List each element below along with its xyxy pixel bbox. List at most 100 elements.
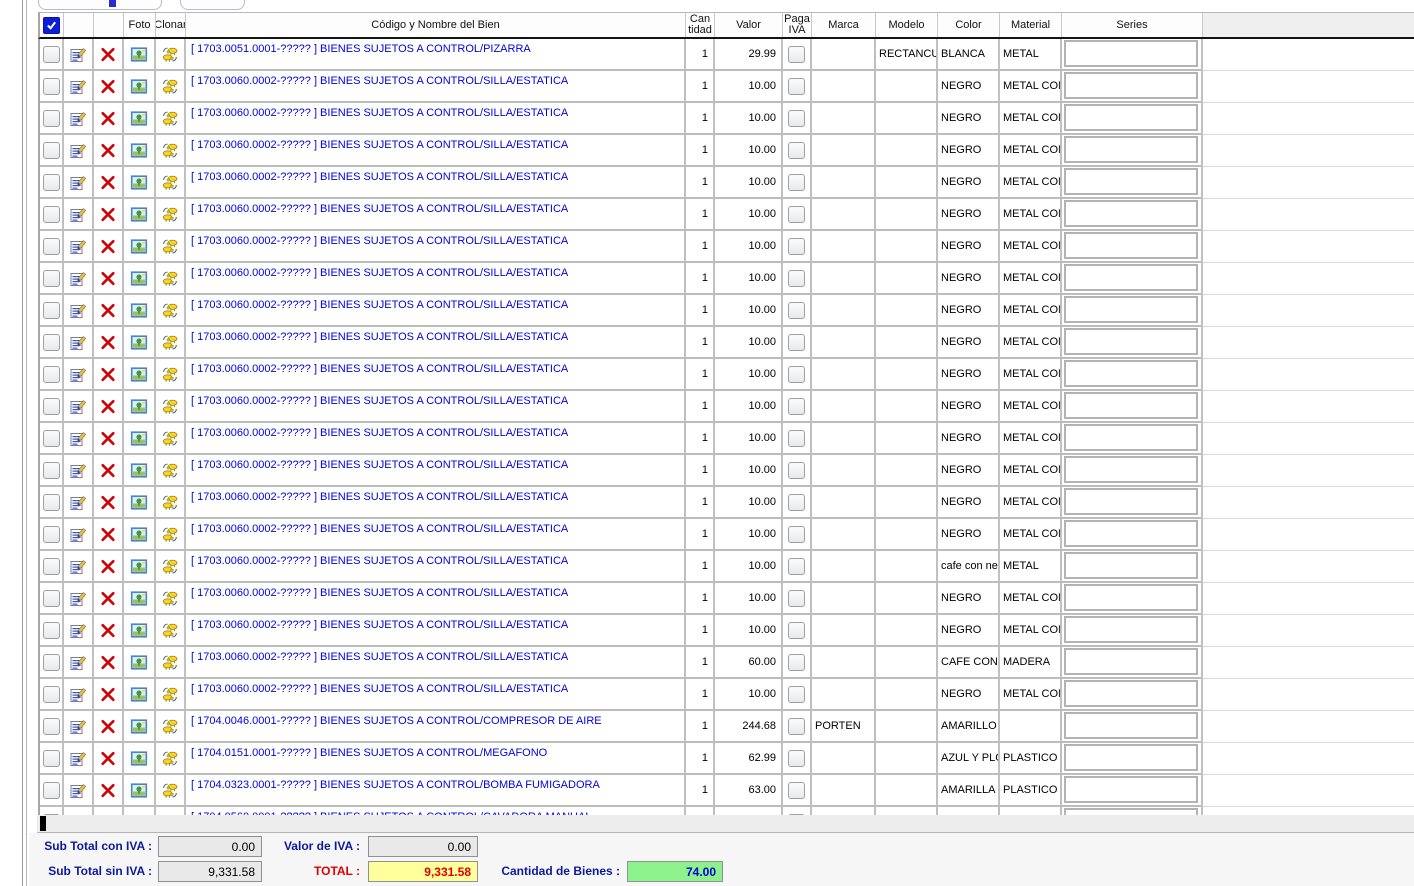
row-select-checkbox[interactable]	[43, 622, 60, 639]
row-select-checkbox[interactable]	[43, 430, 60, 447]
edit-icon[interactable]	[69, 782, 87, 799]
series-input[interactable]	[1064, 488, 1198, 515]
row-select-checkbox[interactable]	[43, 654, 60, 671]
delete-icon[interactable]	[99, 302, 117, 319]
row-select-checkbox[interactable]	[43, 174, 60, 191]
photo-icon[interactable]	[130, 206, 148, 223]
clone-icon[interactable]	[161, 142, 179, 159]
clone-icon[interactable]	[161, 302, 179, 319]
edit-icon[interactable]	[69, 142, 87, 159]
photo-icon[interactable]	[130, 686, 148, 703]
paga-iva-checkbox[interactable]	[788, 686, 805, 703]
edit-icon[interactable]	[69, 334, 87, 351]
series-input[interactable]	[1064, 776, 1198, 803]
row-select-checkbox[interactable]	[43, 270, 60, 287]
clone-icon[interactable]	[161, 750, 179, 767]
row-select-checkbox[interactable]	[43, 526, 60, 543]
clone-icon[interactable]	[161, 78, 179, 95]
edit-icon[interactable]	[69, 686, 87, 703]
clone-icon[interactable]	[161, 718, 179, 735]
series-input[interactable]	[1064, 328, 1198, 355]
delete-icon[interactable]	[99, 526, 117, 543]
clone-icon[interactable]	[161, 590, 179, 607]
series-input[interactable]	[1064, 744, 1198, 771]
photo-icon[interactable]	[130, 718, 148, 735]
delete-icon[interactable]	[99, 494, 117, 511]
edit-icon[interactable]	[69, 462, 87, 479]
paga-iva-checkbox[interactable]	[788, 238, 805, 255]
delete-icon[interactable]	[99, 206, 117, 223]
clone-icon[interactable]	[161, 526, 179, 543]
row-select-checkbox[interactable]	[43, 110, 60, 127]
clone-icon[interactable]	[161, 430, 179, 447]
series-input[interactable]	[1064, 424, 1198, 451]
photo-icon[interactable]	[130, 270, 148, 287]
photo-icon[interactable]	[130, 110, 148, 127]
photo-icon[interactable]	[130, 334, 148, 351]
paga-iva-checkbox[interactable]	[788, 590, 805, 607]
series-input[interactable]	[1064, 264, 1198, 291]
edit-icon[interactable]	[69, 590, 87, 607]
paga-iva-checkbox[interactable]	[788, 430, 805, 447]
clone-icon[interactable]	[161, 366, 179, 383]
clone-icon[interactable]	[161, 462, 179, 479]
photo-icon[interactable]	[130, 398, 148, 415]
delete-icon[interactable]	[99, 398, 117, 415]
delete-icon[interactable]	[99, 78, 117, 95]
series-input[interactable]	[1064, 456, 1198, 483]
paga-iva-checkbox[interactable]	[788, 334, 805, 351]
paga-iva-checkbox[interactable]	[788, 558, 805, 575]
paga-iva-checkbox[interactable]	[788, 110, 805, 127]
paga-iva-checkbox[interactable]	[788, 270, 805, 287]
delete-icon[interactable]	[99, 110, 117, 127]
paga-iva-checkbox[interactable]	[788, 718, 805, 735]
series-input[interactable]	[1064, 136, 1198, 163]
clone-icon[interactable]	[161, 110, 179, 127]
clone-icon[interactable]	[161, 622, 179, 639]
row-select-checkbox[interactable]	[43, 558, 60, 575]
photo-icon[interactable]	[130, 430, 148, 447]
row-select-checkbox[interactable]	[43, 142, 60, 159]
paga-iva-checkbox[interactable]	[788, 462, 805, 479]
row-select-checkbox[interactable]	[43, 334, 60, 351]
edit-icon[interactable]	[69, 366, 87, 383]
row-select-checkbox[interactable]	[43, 206, 60, 223]
row-select-checkbox[interactable]	[43, 494, 60, 511]
series-input[interactable]	[1064, 360, 1198, 387]
delete-icon[interactable]	[99, 238, 117, 255]
delete-icon[interactable]	[99, 270, 117, 287]
clone-icon[interactable]	[161, 398, 179, 415]
paga-iva-checkbox[interactable]	[788, 78, 805, 95]
paga-iva-checkbox[interactable]	[788, 750, 805, 767]
clone-icon[interactable]	[161, 686, 179, 703]
partial-toolbar-button-2[interactable]	[180, 0, 245, 10]
edit-icon[interactable]	[69, 558, 87, 575]
edit-icon[interactable]	[69, 46, 87, 63]
delete-icon[interactable]	[99, 174, 117, 191]
photo-icon[interactable]	[130, 622, 148, 639]
clone-icon[interactable]	[161, 782, 179, 799]
paga-iva-checkbox[interactable]	[788, 654, 805, 671]
row-select-checkbox[interactable]	[43, 46, 60, 63]
edit-icon[interactable]	[69, 622, 87, 639]
photo-icon[interactable]	[130, 590, 148, 607]
series-input[interactable]	[1064, 392, 1198, 419]
edit-icon[interactable]	[69, 718, 87, 735]
series-input[interactable]	[1064, 712, 1198, 739]
edit-icon[interactable]	[69, 654, 87, 671]
delete-icon[interactable]	[99, 334, 117, 351]
clone-icon[interactable]	[161, 334, 179, 351]
photo-icon[interactable]	[130, 238, 148, 255]
paga-iva-checkbox[interactable]	[788, 526, 805, 543]
clone-icon[interactable]	[161, 238, 179, 255]
photo-icon[interactable]	[130, 526, 148, 543]
delete-icon[interactable]	[99, 366, 117, 383]
photo-icon[interactable]	[130, 78, 148, 95]
series-input[interactable]	[1064, 72, 1198, 99]
clone-icon[interactable]	[161, 46, 179, 63]
row-select-checkbox[interactable]	[43, 398, 60, 415]
delete-icon[interactable]	[99, 782, 117, 799]
delete-icon[interactable]	[99, 558, 117, 575]
photo-icon[interactable]	[130, 366, 148, 383]
paga-iva-checkbox[interactable]	[788, 46, 805, 63]
